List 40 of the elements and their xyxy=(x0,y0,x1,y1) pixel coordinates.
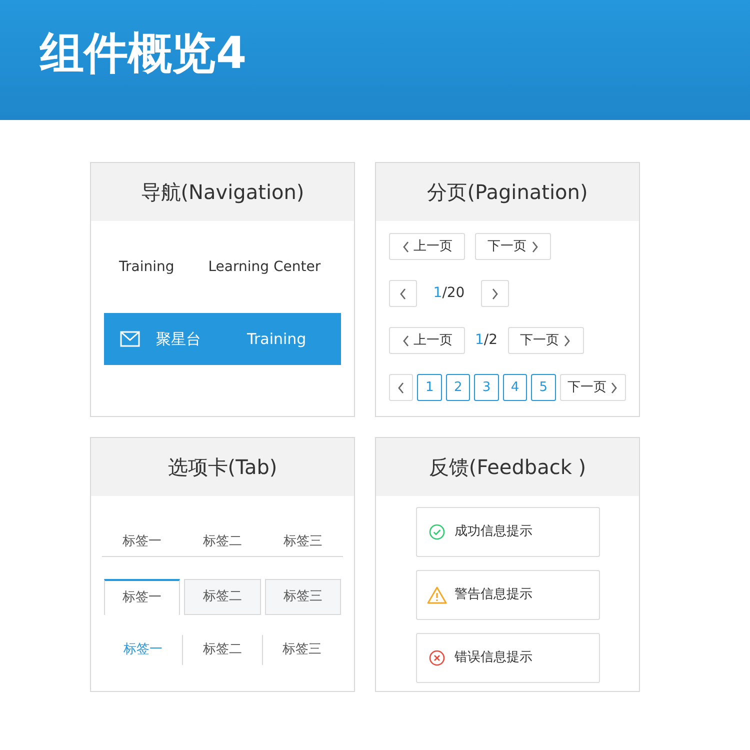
prev-page-button[interactable] xyxy=(389,280,417,307)
next-page-button[interactable]: 下一页 xyxy=(508,327,584,354)
tab[interactable]: 标签二 xyxy=(182,528,263,556)
mail-icon xyxy=(120,331,140,347)
tab[interactable]: 标签二 xyxy=(183,635,262,665)
tab[interactable]: 标签二 xyxy=(184,579,261,615)
tab[interactable]: 标签一 xyxy=(102,528,182,556)
card-title: 反馈(Feedback ) xyxy=(428,454,586,481)
tab[interactable]: 标签三 xyxy=(262,528,343,556)
card-title: 分页(Pagination) xyxy=(427,179,588,206)
next-page-button[interactable] xyxy=(481,280,509,307)
error-circle-icon xyxy=(428,650,444,666)
chevron-right-icon xyxy=(491,288,499,300)
chevron-left-icon xyxy=(402,240,410,252)
chevron-left-icon xyxy=(397,382,406,394)
card-title: 导航(Navigation) xyxy=(140,179,304,206)
tab[interactable]: 标签一 xyxy=(104,579,180,615)
chevron-left-icon xyxy=(402,334,410,346)
message-text: 成功信息提示 xyxy=(454,523,532,542)
chevron-right-icon xyxy=(563,334,572,346)
page-indicator: 1/20 xyxy=(432,284,466,303)
nav-link[interactable]: Training xyxy=(119,256,174,278)
next-page-button[interactable]: 下一页 xyxy=(475,233,551,260)
page-title: 组件概览4 xyxy=(40,27,247,81)
next-page-button[interactable]: 下一页 xyxy=(560,374,626,401)
chevron-left-icon xyxy=(399,288,407,300)
message-text: 错误信息提示 xyxy=(454,649,532,668)
tab[interactable]: 标签三 xyxy=(264,579,341,615)
card-title: 选项卡(Tab) xyxy=(168,454,278,481)
chevron-right-icon xyxy=(610,382,618,394)
check-circle-icon xyxy=(428,524,444,540)
nav-link[interactable]: Learning Center xyxy=(208,256,321,278)
prev-page-button[interactable]: 上一页 xyxy=(389,233,465,260)
chevron-right-icon xyxy=(530,240,538,252)
page-indicator: 1/2 xyxy=(475,331,498,350)
prev-page-button[interactable] xyxy=(389,374,414,401)
warning-icon xyxy=(426,586,446,604)
tab[interactable]: 标签三 xyxy=(262,635,341,665)
message-text: 警告信息提示 xyxy=(454,586,532,604)
prev-page-button[interactable]: 上一页 xyxy=(389,327,465,354)
